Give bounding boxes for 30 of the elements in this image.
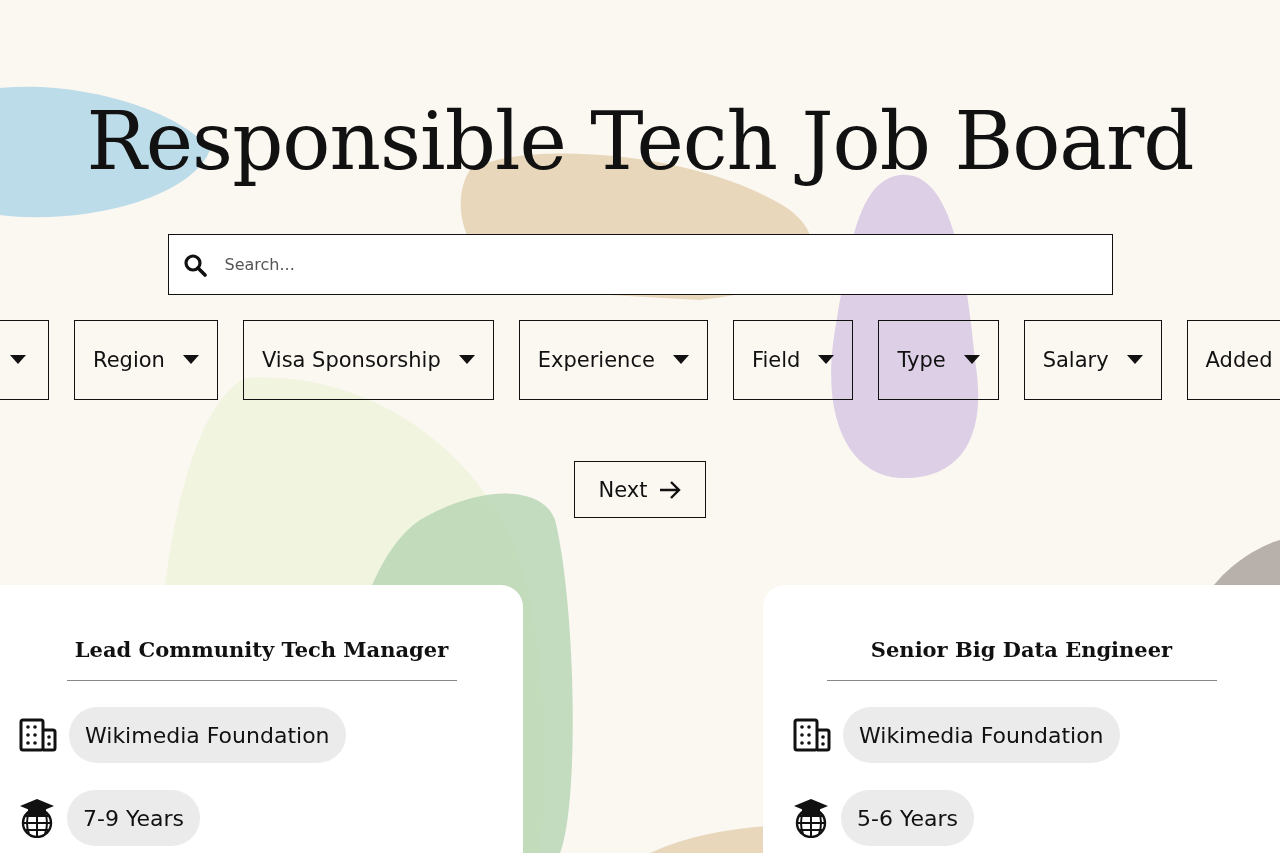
job-title: Senior Big Data Engineer [870,637,1173,662]
caret-icon [10,355,26,365]
search-bar[interactable]: Search... [167,234,1113,295]
caret-icon [182,355,199,365]
caret-icon [963,355,980,365]
arrow-right-icon [659,480,682,499]
filter-dropdown[interactable]: Added [1186,320,1280,400]
caret-icon [1126,355,1143,365]
company-tag: Wikimedia Foundation [69,707,346,763]
building-icon [793,718,831,752]
filter-dropdown[interactable]: Visa Sponsorship [242,320,494,400]
filter-dropdown[interactable]: Salary [1023,320,1162,400]
next-button[interactable]: Next [573,461,707,518]
page-title: Responsible Tech Job Board [86,94,1194,190]
graduation-globe-icon [19,798,55,838]
caret-icon [818,355,835,365]
building-icon [19,718,57,752]
search-field[interactable]: Search... [222,254,1098,275]
experience-tag: 5-6 Years [841,790,974,846]
experience-tag: 7-9 Years [67,790,200,846]
filter-dropdown[interactable]: Experience [518,320,708,400]
search-icon [182,252,207,277]
caret-icon [458,355,475,365]
job-title: Lead Community Tech Manager [74,637,449,662]
filter-dropdown[interactable]: Type [878,320,999,400]
caret-icon [672,355,689,365]
graduation-globe-icon [793,798,829,838]
company-tag: Wikimedia Foundation [843,707,1120,763]
filter-dropdown[interactable]: Region [74,320,218,400]
filter-dropdown[interactable]: Field [732,320,854,400]
